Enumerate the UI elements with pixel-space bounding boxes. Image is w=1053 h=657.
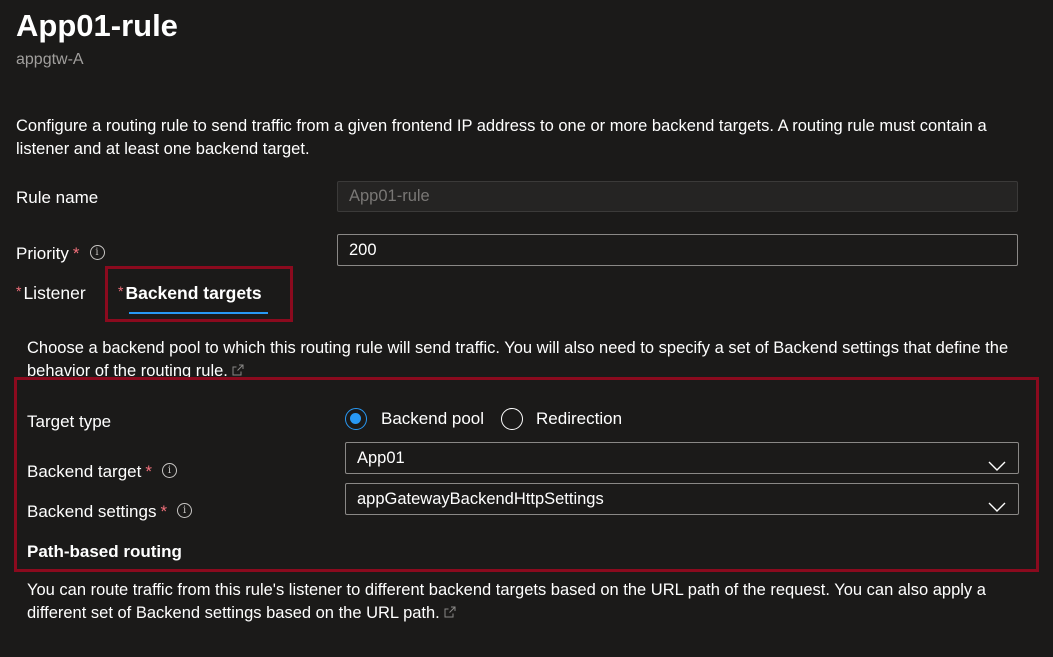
tab-backend-targets[interactable]: * Backend targets [118,283,262,304]
backend-settings-value: appGatewayBackendHttpSettings [357,490,604,508]
radio-redirection[interactable] [501,408,524,430]
backend-settings-dropdown[interactable]: appGatewayBackendHttpSettings [345,483,1019,515]
info-icon[interactable]: i [177,503,193,519]
active-tab-indicator [129,312,268,314]
backend-target-label: Backend target [27,462,142,481]
tab-listener-label: Listener [23,283,86,303]
required-marker: * [145,462,152,481]
required-marker: * [16,283,22,299]
chevron-down-icon [988,493,1006,523]
chevron-down-icon [988,452,1006,482]
backend-settings-label-row: Backend settings * i [27,502,193,522]
tab-backend-targets-label: Backend targets [125,283,262,303]
path-routing-description: You can route traffic from this rule's l… [27,579,1027,625]
priority-label: Priority [16,244,69,263]
radio-backend-pool[interactable] [345,408,367,430]
intro-description: Configure a routing rule to send traffic… [16,117,987,158]
backend-target-value: App01 [357,449,405,467]
required-marker: * [118,283,124,299]
target-type-label: Target type [27,412,112,431]
rule-name-input[interactable]: App01-rule [337,181,1018,212]
info-icon[interactable]: i [161,463,177,479]
radio-backend-pool-label[interactable]: Backend pool [381,409,484,429]
path-routing-description-text: You can route traffic from this rule's l… [27,581,986,622]
tab-listener[interactable]: * Listener [16,283,86,304]
priority-input[interactable]: 200 [337,234,1018,266]
external-link-icon[interactable] [444,602,456,625]
radio-redirection-label[interactable]: Redirection [536,409,622,429]
info-icon[interactable]: i [89,245,105,261]
rule-name-label: Rule name [16,188,99,207]
backend-description-text: Choose a backend pool to which this rout… [27,339,1009,380]
backend-target-dropdown[interactable]: App01 [345,442,1019,474]
page-title: App01-rule [16,8,178,43]
backend-settings-label: Backend settings [27,502,157,521]
required-marker: * [72,244,80,263]
required-marker: * [160,502,168,521]
path-based-routing-heading: Path-based routing [27,542,182,561]
target-type-radio-group: Backend pool Redirection [345,408,622,430]
backend-target-label-row: Backend target * i [27,462,177,482]
priority-label-row: Priority * i [16,244,105,264]
page-subtitle: appgtw-A [16,51,84,68]
